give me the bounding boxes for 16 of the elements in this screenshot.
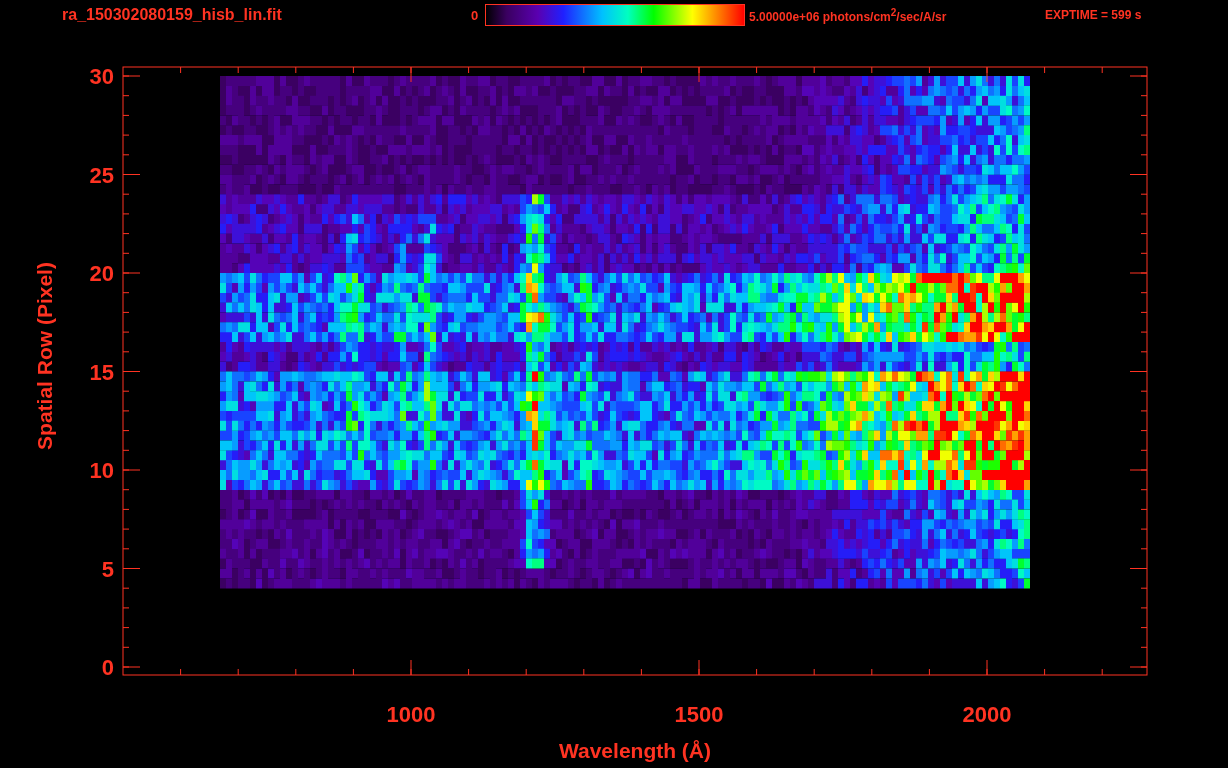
axis-tick-label: 1500 [674,702,724,727]
chart-title: ra_150302080159_hisb_lin.fit [62,6,283,24]
axis-tick-label: 30 [89,64,114,89]
y-axis-label: Spatial Row (Pixel) [33,262,56,450]
axis-tick-label: 15 [89,359,114,385]
axis-tick-label: 2000 [962,702,1012,727]
exposure-time-label: EXPTIME = 599 s [1045,8,1142,22]
axis-tick-label: 25 [89,162,114,188]
axis-tick-label: 1000 [386,702,436,727]
colorbar-max-label: 5.00000e+06 photons/cm$^{2}$/sec/A/sr [749,6,948,24]
axis-tick-label: 20 [89,261,114,286]
axis-tick-label: 5 [101,556,114,582]
colorbar-min-label: 0 [471,7,480,23]
axis-tick-label: 10 [89,458,114,483]
x-axis-label: Wavelength (Å) [558,739,712,762]
axis-tick-label: 0 [101,655,114,680]
